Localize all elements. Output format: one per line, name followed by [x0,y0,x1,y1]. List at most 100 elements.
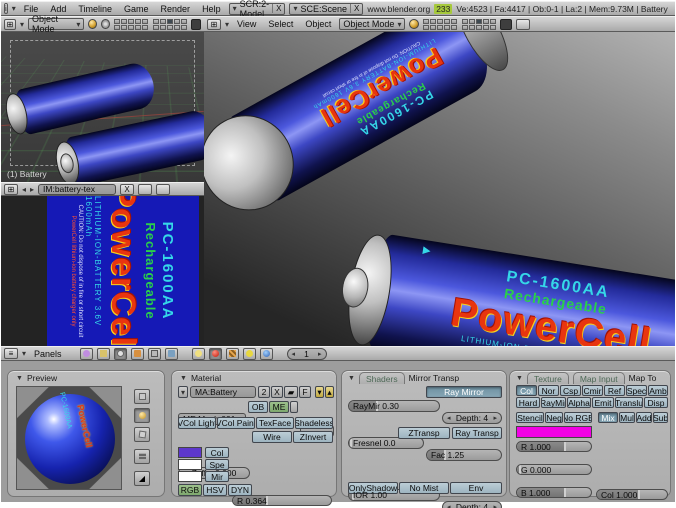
paste-material-button[interactable]: ▴ [325,386,334,398]
tab-texture[interactable]: Texture [527,372,569,384]
scene-delete-icon[interactable]: X [350,4,359,13]
no-rgb-toggle[interactable]: No RGB [564,412,592,423]
context-scene-icon[interactable] [165,348,178,360]
menu-object[interactable]: Object [301,19,335,29]
shading-texture-icon[interactable] [226,348,239,360]
draw-type-icon[interactable] [409,19,419,29]
vcol-light-toggle[interactable]: VCol Light [178,417,216,429]
panel-collapse-icon[interactable]: ▼ [180,375,187,382]
mode-selector[interactable]: Object Mode ▾ [28,18,84,30]
panel-collapse-icon[interactable]: ▼ [348,375,355,382]
hsv-mode-button[interactable]: HSV [203,484,227,496]
transp-depth-field[interactable]: ◂Depth: 4▸ [442,501,502,508]
window-type-icon[interactable]: i [4,3,8,14]
spe-channel-button[interactable]: Spe [205,459,229,470]
mul-blend-button[interactable]: Mul [619,412,635,423]
context-logic-icon[interactable] [80,348,93,360]
context-script-icon[interactable] [97,348,110,360]
panel-collapse-icon[interactable]: ▼ [16,375,23,382]
viewport-type-icon[interactable]: ⊞ [4,19,16,30]
mirror-depth-field[interactable]: ◂Depth: 4▸ [442,412,502,424]
ztransp-toggle[interactable]: ZTransp [398,427,450,439]
mode-selector[interactable]: Object Mode ▾ [339,18,405,30]
material-users-button[interactable]: 2 [258,386,270,398]
map-spec-toggle[interactable]: Spec [626,385,647,396]
material-index-prev[interactable] [290,401,298,413]
map-raymir-toggle[interactable]: RayMir [541,397,566,408]
menu-add[interactable]: Add [46,4,70,14]
r-slider[interactable]: R 0.364 [232,495,332,506]
auto-name-button[interactable]: ▰ [284,386,298,398]
draw-type-icon[interactable] [88,19,97,29]
material-delete-button[interactable]: X [271,386,283,398]
ray-transp-toggle[interactable]: Ray Transp [452,427,502,439]
material-browse-button[interactable]: ▾ [178,386,188,398]
sub-blend-button[interactable]: Sub [653,412,668,423]
map-col-toggle[interactable]: Col [516,385,537,396]
dyn-mode-button[interactable]: DYN [228,484,252,496]
main-3d-viewport[interactable]: PC-1600AA Rechargeable PowerCell LITHIUM… [204,32,675,346]
menu-file[interactable]: File [20,4,43,14]
map-hard-toggle[interactable]: Hard [516,397,540,408]
screen-delete-icon[interactable]: X [272,4,281,13]
map-col-slider[interactable]: Col 1.000 [596,489,668,500]
rgb-mode-button[interactable]: RGB [178,484,202,496]
image-pack-icon[interactable] [138,184,152,195]
image-delete-icon[interactable]: X [120,184,134,195]
mix-blend-button[interactable]: Mix [598,412,618,423]
mir-channel-button[interactable]: Mir [205,471,229,482]
viewport-collapse-icon[interactable]: ▾ [20,20,24,29]
menu-help[interactable]: Help [198,4,225,14]
screen-selector[interactable]: ▾ SCR:2-Model X [229,3,286,15]
raymir-slider[interactable]: RayMir 0.30 [348,400,440,412]
map-color-swatch[interactable] [516,426,592,438]
screen-browse-icon[interactable]: ▾ [233,4,237,13]
header-collapse-icon[interactable]: ▾ [12,4,16,13]
image-pin-icon[interactable] [156,184,170,195]
ray-mirror-toggle[interactable]: Ray Mirror [426,386,502,398]
fake-user-button[interactable]: F [299,386,311,398]
map-amb-toggle[interactable]: Amb [648,385,668,396]
frame-number-field[interactable]: ◂ 1 ▸ [287,348,327,360]
menu-select[interactable]: Select [264,19,297,29]
render-preview-icon[interactable] [516,19,530,30]
material-name-field[interactable]: MA:Battery [190,386,256,398]
preview-strip-button[interactable] [134,449,150,464]
menu-view[interactable]: View [233,19,260,29]
map-cmir-toggle[interactable]: Cmir [582,385,603,396]
map-g-slider[interactable]: G 0.000 [516,464,592,475]
shading-material-icon[interactable] [209,348,222,360]
prev-image-icon[interactable]: ◂ [22,185,26,194]
image-editor-type-icon[interactable]: ⊞ [4,184,18,195]
layer-buttons[interactable] [423,19,496,30]
lock-layers-icon[interactable] [500,19,512,30]
env-toggle[interactable]: Env [450,482,502,494]
preview-flat-button[interactable] [134,389,150,404]
shadeless-toggle[interactable]: Shadeless [295,417,333,429]
copy-material-button[interactable]: ▾ [315,386,324,398]
ob-toggle[interactable]: OB [248,401,268,413]
zinvert-toggle[interactable]: ZInvert [293,431,333,443]
menu-game[interactable]: Game [120,4,153,14]
map-emit-toggle[interactable]: Emit [592,397,614,408]
viewport-collapse-icon[interactable]: ▾ [225,20,229,29]
map-alpha-toggle[interactable]: Alpha [567,397,591,408]
me-toggle[interactable]: ME [269,401,289,413]
scene-browse-icon[interactable]: ▾ [293,4,297,13]
map-disp-toggle[interactable]: Disp [644,397,668,408]
lock-layers-icon[interactable] [191,19,201,30]
panels-menu[interactable]: Panels [30,349,66,359]
texface-toggle[interactable]: TexFace [256,417,294,429]
spe-swatch[interactable] [178,459,202,470]
preview-sphere-button[interactable] [134,408,150,423]
mir-swatch[interactable] [178,471,202,482]
vcol-paint-toggle[interactable]: VCol Paint [217,417,255,429]
tab-map-input[interactable]: Map Input [573,372,625,384]
tab-mirror-transp[interactable]: Mirror Transp [409,373,460,383]
mirror-fac-slider[interactable]: Fac 1.25 [426,449,502,461]
tab-map-to[interactable]: Map To [629,373,657,383]
stencil-toggle[interactable]: Stencil [516,412,544,423]
buttons-window-type-icon[interactable]: ≡ [4,348,18,359]
context-shading-icon[interactable] [114,348,127,360]
no-mist-toggle[interactable]: No Mist [399,482,449,494]
